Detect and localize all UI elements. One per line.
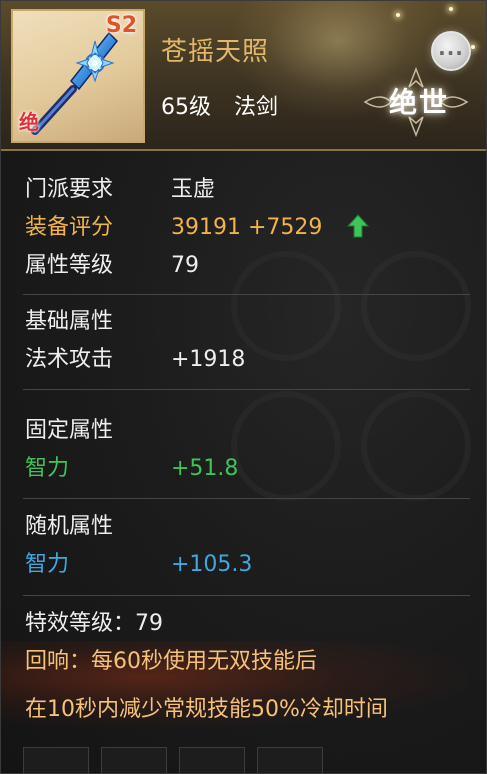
attribute-level-label: 属性等级 (25, 253, 114, 278)
section-divider (23, 294, 470, 295)
background-ornament (231, 391, 341, 501)
equip-score-label: 装备评分 (25, 215, 114, 240)
random-attribute-label: 智力 (25, 552, 70, 577)
item-name: 苍摇天照 (161, 37, 270, 67)
quality-mark: 绝 (19, 110, 39, 134)
equip-score-value: 39191 +7529 (171, 215, 323, 240)
sect-requirement-label: 门派要求 (25, 177, 114, 202)
tier-badge: S2 (105, 13, 137, 38)
bottom-tab[interactable] (257, 747, 323, 773)
rarity-label: 绝世 (389, 86, 450, 119)
base-attributes-title: 基础属性 (25, 309, 114, 334)
more-options-button[interactable]: ... (431, 31, 471, 71)
section-divider (23, 389, 470, 390)
base-attribute-value: +1918 (171, 347, 246, 372)
section-divider (23, 498, 470, 499)
random-attributes-title: 随机属性 (25, 514, 114, 539)
random-attribute-value: +105.3 (171, 552, 253, 577)
section-divider (23, 595, 470, 596)
sect-requirement-value: 玉虚 (171, 177, 216, 202)
score-up-arrow-icon (347, 214, 369, 238)
fixed-attributes-title: 固定属性 (25, 418, 114, 443)
item-tooltip-panel: S2 绝 苍摇天照 65级 法剑 ... 绝世 门派要求 玉虚 装备评分 391… (0, 0, 487, 774)
bottom-tab[interactable] (23, 747, 89, 773)
background-ornament (231, 251, 341, 361)
item-type: 法剑 (234, 95, 279, 120)
bottom-tab[interactable] (179, 747, 245, 773)
attribute-level-value: 79 (171, 253, 199, 278)
item-level: 65级 (161, 95, 211, 120)
effect-description-line1: 回响：每60秒使用无双技能后 (25, 649, 317, 674)
effect-level: 特效等级：79 (25, 611, 163, 636)
base-attribute-label: 法术攻击 (25, 347, 114, 372)
more-dots-icon: ... (438, 36, 464, 60)
fixed-attribute-value: +51.8 (171, 456, 239, 481)
item-icon-frame[interactable]: S2 绝 (11, 9, 145, 143)
background-ornament (361, 391, 471, 501)
bottom-tab[interactable] (101, 747, 167, 773)
background-ornament (361, 251, 471, 361)
effect-description-line2: 在10秒内减少常规技能50%冷却时间 (25, 697, 388, 722)
fixed-attribute-label: 智力 (25, 456, 70, 481)
item-header: S2 绝 苍摇天照 65级 法剑 ... 绝世 (1, 1, 486, 151)
